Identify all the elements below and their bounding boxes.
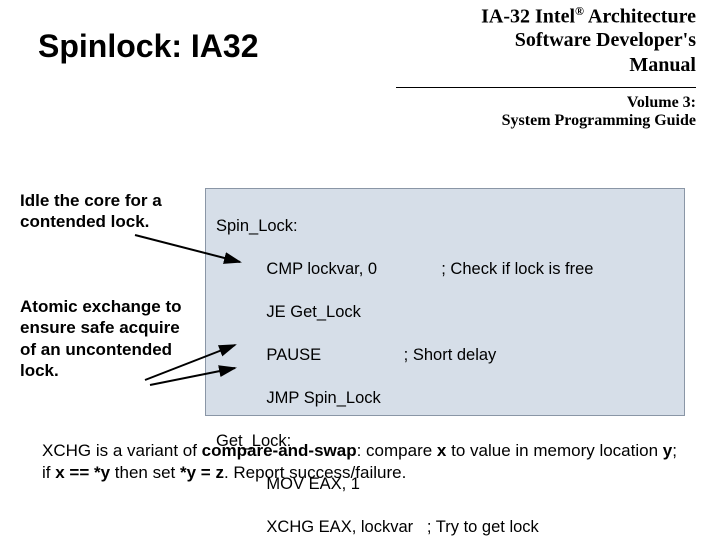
code-instr-2: CMP lockvar, 0 [216, 260, 377, 278]
code-line-2: CMP lockvar, 0 ; Check if lock is free [216, 259, 674, 280]
foot-bold-x: x [437, 441, 446, 460]
foot-seg-c: : compare [357, 441, 437, 460]
cover-line-2: Software Developer's [396, 29, 696, 52]
code-comment-8: ; Try to get lock [427, 518, 539, 536]
foot-seg-a: XCHG is a variant of [42, 441, 202, 460]
cover-label: IA-32 Intel® Architecture Software Devel… [396, 4, 696, 130]
foot-bold-cas: compare-and-swap [202, 441, 357, 460]
cover-divider [396, 87, 696, 88]
foot-bold-set: *y = z [180, 463, 224, 482]
slide-title: Spinlock: IA32 [38, 28, 259, 65]
cover-line-1: IA-32 Intel® Architecture [396, 4, 696, 29]
foot-bold-y: y [663, 441, 672, 460]
code-line-4: PAUSE ; Short delay [216, 345, 674, 366]
foot-seg-i: then set [110, 463, 180, 482]
cover-line-1a: IA-32 Intel [481, 6, 575, 28]
foot-bold-cond: x == *y [55, 463, 110, 482]
foot-seg-k: . Report success/failure. [224, 463, 406, 482]
cover-line-1b: Architecture [584, 6, 696, 28]
code-comment-2: ; Check if lock is free [441, 260, 593, 278]
registered-symbol: ® [575, 4, 584, 18]
code-listing: Spin_Lock: CMP lockvar, 0 ; Check if loc… [205, 188, 685, 416]
code-instr-8: XCHG EAX, lockvar [216, 518, 413, 536]
code-line-1: Spin_Lock: [216, 216, 674, 237]
footnote-paragraph: XCHG is a variant of compare-and-swap: c… [42, 440, 682, 484]
code-line-5: JMP Spin_Lock [216, 388, 674, 409]
cover-volume: Volume 3: [396, 94, 696, 112]
code-comment-4: ; Short delay [404, 346, 497, 364]
cover-line-3: Manual [396, 54, 696, 77]
code-line-8: XCHG EAX, lockvar ; Try to get lock [216, 517, 674, 538]
foot-seg-e: to value in memory location [446, 441, 662, 460]
annotation-atomic-exchange: Atomic exchange to ensure safe acquire o… [20, 296, 190, 381]
code-line-3: JE Get_Lock [216, 302, 674, 323]
cover-subtitle: System Programming Guide [396, 112, 696, 130]
annotation-idle-core: Idle the core for a contended lock. [20, 190, 190, 233]
code-instr-4: PAUSE [216, 346, 321, 364]
